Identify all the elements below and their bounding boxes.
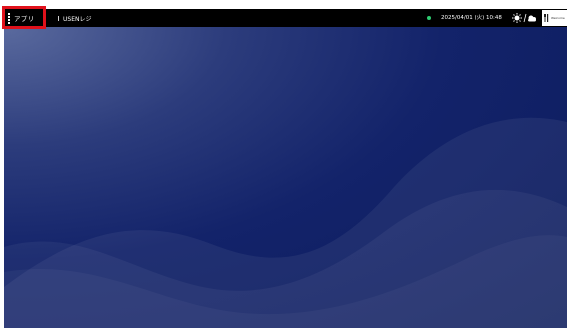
desktop-background [4,27,567,328]
cloud-icon [528,15,536,22]
top-bar: アプリ USENレジ 2025/04/01 (火) 10:48 Welcome [4,9,567,27]
status-dot-icon [427,16,431,20]
wave-decoration [4,117,567,328]
weather-indicator [512,13,536,23]
apps-highlight-box [2,6,46,29]
weather-divider [523,13,527,23]
app-separator [58,15,59,21]
app-name-label: USENレジ [63,15,92,23]
datetime-display: 2025/04/01 (火) 10:48 [441,15,502,21]
current-app-name: USENレジ [58,9,91,27]
welcome-text: Welcome [551,16,565,20]
sun-icon [512,13,522,23]
welcome-badge[interactable]: Welcome [542,10,567,26]
fork-knife-icon [544,14,549,22]
screen: アプリ USENレジ 2025/04/01 (火) 10:48 Welcome [4,9,567,328]
